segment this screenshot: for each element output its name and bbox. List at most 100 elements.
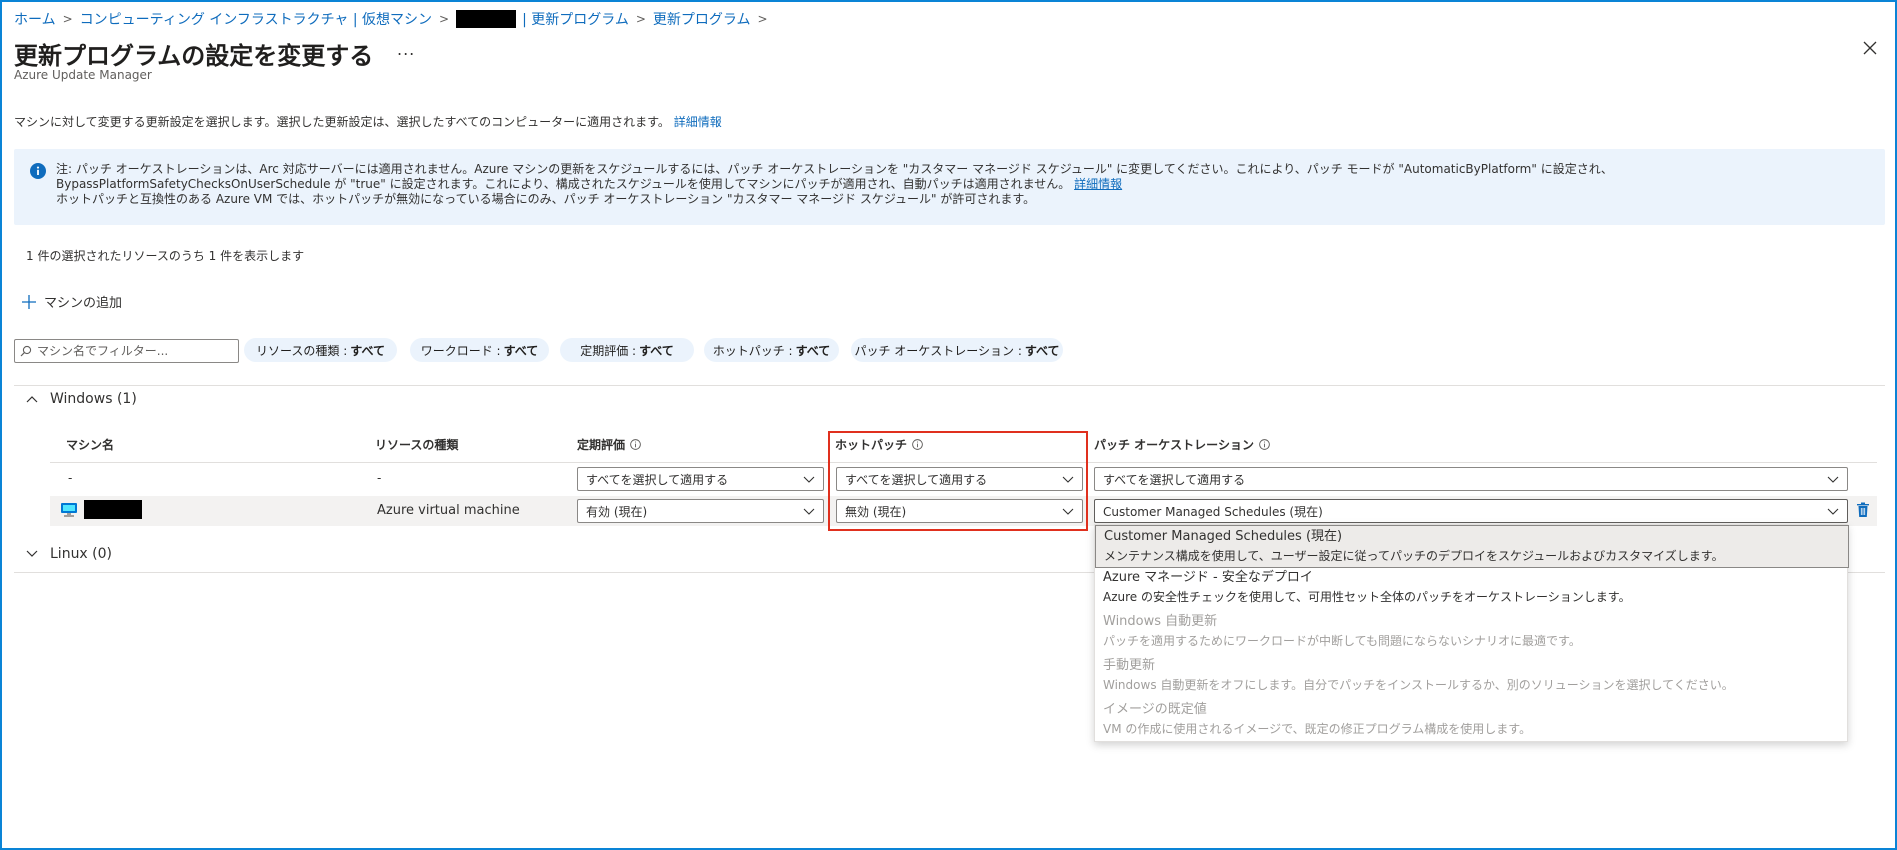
column-header-machine-name[interactable]: マシン名 [66, 436, 114, 453]
option-title: Customer Managed Schedules (現在) [1104, 529, 1343, 544]
breadcrumb-home[interactable]: ホーム [14, 9, 56, 29]
vm-resource-type: Azure virtual machine [377, 503, 520, 518]
column-label: ホットパッチ [835, 438, 908, 452]
column-header-hotpatch[interactable]: ホットパッチ [835, 436, 923, 453]
filter-pill-resource-type[interactable]: リソースの種類 : すべて [244, 338, 397, 362]
intro-description: マシンに対して変更する更新設定を選択します。選択した更新設定は、選択したすべての… [14, 115, 670, 129]
machine-name-filter-input[interactable] [14, 339, 239, 363]
chevron-down-icon [1827, 476, 1839, 483]
vm-periodic-dropdown[interactable]: 有効 (現在) [577, 499, 824, 523]
filter-pill-patch-orchestration[interactable]: パッチ オーケストレーション : すべて [851, 338, 1063, 362]
breadcrumb-separator: > [757, 12, 768, 26]
notice-line-2: ホットパッチと互換性のある Azure VM では、ホットパッチが無効になってい… [56, 192, 1036, 206]
virtual-machine-icon [61, 503, 77, 517]
info-notice-text: 注: パッチ オーケストレーションは、Arc 対応サーバーには適用されません。A… [56, 162, 1876, 207]
breadcrumb: ホーム > コンピューティング インフラストラクチャ | 仮想マシン > | 更… [14, 9, 775, 29]
notice-line-1: 注: パッチ オーケストレーションは、Arc 対応サーバーには適用されません。A… [56, 162, 1613, 191]
chevron-down-icon [803, 508, 815, 515]
bulk-orchestration-dropdown[interactable]: すべてを選択して適用する [1094, 467, 1848, 491]
breadcrumb-separator: > [62, 12, 73, 26]
pill-value: すべて [350, 343, 385, 358]
info-icon [30, 163, 46, 179]
more-options-button[interactable]: ... [397, 40, 415, 59]
group-divider [14, 385, 1885, 386]
close-icon[interactable] [1862, 40, 1878, 56]
dropdown-value: すべてを選択して適用する [1103, 472, 1246, 487]
option-title: イメージの既定値 [1103, 702, 1207, 717]
breadcrumb-separator: > [439, 12, 450, 26]
page-subtitle: Azure Update Manager [14, 68, 152, 82]
resource-count-text: 1 件の選択されたリソースのうち 1 件を表示します [26, 249, 305, 263]
column-label: 定期評価 [577, 438, 626, 452]
dropdown-value: Customer Managed Schedules (現在) [1103, 504, 1323, 519]
orchestration-options-menu: Customer Managed Schedules (現在) メンテナンス構成… [1094, 524, 1849, 743]
search-icon [20, 345, 32, 357]
breadcrumb-virtual-machines[interactable]: コンピューティング インフラストラクチャ | 仮想マシン [80, 9, 432, 29]
intro-learn-more-link[interactable]: 詳細情報 [674, 115, 722, 129]
pill-label: パッチ オーケストレーション : [854, 343, 1022, 358]
column-label: パッチ オーケストレーション [1094, 438, 1254, 452]
dropdown-value: 有効 (現在) [586, 504, 648, 519]
group-windows-toggle[interactable]: Windows (1) [26, 391, 137, 407]
option-description: Windows 自動更新をオフにします。自分でパッチをインストールするか、別のソ… [1103, 678, 1734, 692]
vm-hotpatch-dropdown[interactable]: 無効 (現在) [836, 499, 1083, 523]
delete-icon[interactable] [1856, 502, 1870, 518]
column-label: リソースの種類 [375, 438, 459, 452]
pill-value: すべて [503, 343, 539, 358]
intro-text: マシンに対して変更する更新設定を選択します。選択した更新設定は、選択したすべての… [14, 113, 722, 130]
breadcrumb-updates[interactable]: 更新プログラム [653, 9, 751, 29]
pill-value: すべて [639, 343, 674, 358]
bulk-periodic-dropdown[interactable]: すべてを選択して適用する [577, 467, 824, 491]
redacted-vm-name [456, 10, 517, 28]
menu-option-customer-managed-schedules[interactable]: Customer Managed Schedules (現在) メンテナンス構成… [1095, 525, 1849, 568]
option-title: Windows 自動更新 [1103, 614, 1218, 629]
pill-label: ワークロード : [420, 343, 501, 358]
pill-label: ホットパッチ : [712, 343, 793, 358]
option-description: Azure の安全性チェックを使用して、可用性セット全体のパッチをオーケストレー… [1103, 590, 1631, 604]
column-header-resource-type[interactable]: リソースの種類 [375, 436, 458, 453]
group-linux-toggle[interactable]: Linux (0) [26, 546, 112, 562]
group-linux-label: Linux (0) [50, 546, 113, 562]
menu-option-manual-updates: 手動更新 Windows 自動更新をオフにします。自分でパッチをインストールする… [1095, 657, 1849, 701]
redacted-machine-name [84, 500, 142, 519]
row-divider [50, 462, 1877, 463]
plus-icon [22, 294, 36, 309]
column-header-patch-orchestration[interactable]: パッチ オーケストレーション [1094, 436, 1270, 453]
chevron-down-icon [1062, 476, 1074, 483]
menu-option-azure-managed-safe-deployment[interactable]: Azure マネージド - 安全なデプロイ Azure の安全性チェックを使用し… [1095, 569, 1849, 613]
info-notice: 注: パッチ オーケストレーションは、Arc 対応サーバーには適用されません。A… [14, 149, 1885, 225]
notice-learn-more-link[interactable]: 詳細情報 [1074, 177, 1122, 191]
chevron-down-icon [1827, 508, 1839, 515]
option-description: メンテナンス構成を使用して、ユーザー設定に従ってパッチのデプロイをスケジュールお… [1104, 549, 1724, 563]
breadcrumb-separator: > [635, 12, 646, 26]
bulk-row-name: - [68, 471, 73, 485]
chevron-down-icon [1062, 508, 1074, 515]
filter-pill-workload[interactable]: ワークロード : すべて [410, 338, 549, 362]
info-icon[interactable] [630, 439, 641, 450]
pill-label: リソースの種類 : [256, 343, 348, 358]
column-header-periodic-assessment[interactable]: 定期評価 [577, 436, 641, 453]
group-windows-label: Windows (1) [50, 391, 137, 407]
option-description: VM の作成に使用されるイメージで、既定の修正プログラム構成を使用します。 [1103, 722, 1532, 736]
menu-option-image-default: イメージの既定値 VM の作成に使用されるイメージで、既定の修正プログラム構成を… [1095, 701, 1849, 743]
page-title: 更新プログラムの設定を変更する [14, 42, 374, 70]
chevron-down-icon [26, 550, 38, 557]
vm-orchestration-dropdown[interactable]: Customer Managed Schedules (現在) [1094, 499, 1848, 523]
info-icon[interactable] [1259, 439, 1270, 450]
menu-option-windows-automatic-updates: Windows 自動更新 パッチを適用するためにワークロードが中断しても問題にな… [1095, 613, 1849, 657]
info-icon[interactable] [912, 439, 923, 450]
dropdown-value: 無効 (現在) [845, 504, 907, 519]
option-title: Azure マネージド - 安全なデプロイ [1103, 570, 1313, 585]
bulk-row-resource-type: - [377, 471, 382, 485]
add-machine-label: マシンの追加 [44, 296, 123, 311]
filter-pill-periodic-assessment[interactable]: 定期評価 : すべて [560, 338, 694, 362]
option-title: 手動更新 [1103, 658, 1156, 673]
bulk-hotpatch-dropdown[interactable]: すべてを選択して適用する [836, 467, 1083, 491]
chevron-up-icon [26, 396, 38, 403]
breadcrumb-vm-updates[interactable]: | 更新プログラム [522, 9, 629, 29]
option-description: パッチを適用するためにワークロードが中断しても問題にならないシナリオに最適です。 [1103, 634, 1581, 648]
dropdown-value: すべてを選択して適用する [845, 472, 988, 487]
filter-pill-hotpatch[interactable]: ホットパッチ : すべて [704, 338, 839, 362]
add-machine-button[interactable]: マシンの追加 [22, 292, 122, 311]
pill-value: すべて [795, 343, 831, 358]
